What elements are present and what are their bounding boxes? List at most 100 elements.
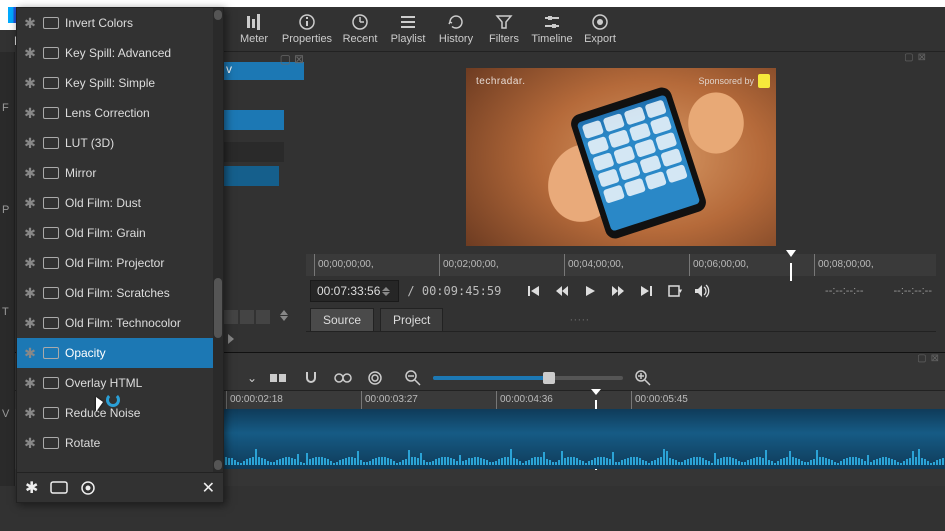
filter-item-label: Old Film: Technocolor [65,316,181,330]
filter-item[interactable]: ✱Rotate [17,428,223,458]
favorite-star-icon[interactable]: ✱ [23,225,37,242]
panel-close-icon[interactable]: ⊠ [918,52,926,64]
scrollbar[interactable] [213,8,223,472]
toolbar-filters[interactable]: Filters [480,8,528,50]
chevron-down-icon[interactable]: ⌄ [247,371,257,385]
panel-close-icon[interactable]: ⊠ [931,353,939,365]
toolbar-playlist[interactable]: Playlist [384,8,432,50]
filter-item[interactable]: ✱Overlay HTML [17,368,223,398]
favorite-star-icon[interactable]: ✱ [23,375,37,392]
filter-item[interactable]: ✱LUT (3D) [17,128,223,158]
append-icon[interactable] [269,368,289,388]
panel-close-icon[interactable]: ⊠ [294,52,304,62]
filter-item[interactable]: ✱Opacity [17,338,223,368]
playlist-selected-clip[interactable]: v [224,62,304,80]
zoom-slider-knob[interactable] [543,372,555,384]
filter-item[interactable]: ✱Key Spill: Simple [17,68,223,98]
filter-item-label: Key Spill: Advanced [65,46,171,60]
playhead-marker-icon[interactable] [591,389,601,395]
filter-item[interactable]: ✱Reduce Noise [17,398,223,428]
playlist-tool-button[interactable] [256,310,270,324]
panel-float-icon[interactable]: ▢ [917,353,926,365]
filter-item[interactable]: ✱Old Film: Dust [17,188,223,218]
close-icon[interactable]: ✕ [202,478,215,498]
dock-tab-p[interactable]: P [2,204,14,216]
favorite-star-icon[interactable]: ✱ [23,405,37,422]
video-filter-icon[interactable] [50,481,68,494]
tab-source[interactable]: Source [310,308,374,331]
playlist-tool-button[interactable] [224,310,238,324]
up-arrow-icon[interactable] [280,310,288,315]
audio-filter-icon[interactable] [80,480,96,496]
dock-tab-t[interactable]: T [2,306,14,318]
rewind-button[interactable] [553,282,571,300]
favorite-star-icon[interactable]: ✱ [23,75,37,92]
favorite-icon[interactable]: ✱ [25,478,38,498]
zoom-in-button[interactable] [633,368,653,388]
zoom-slider[interactable] [433,376,623,380]
filter-item[interactable]: ✱Invert Colors [17,8,223,38]
scrollbar-down-icon[interactable] [214,460,222,470]
toolbar-export[interactable]: Export [576,8,624,50]
favorite-star-icon[interactable]: ✱ [23,285,37,302]
drag-handle-icon[interactable]: ····· [569,312,589,326]
filter-item[interactable]: ✱Old Film: Projector [17,248,223,278]
skip-start-button[interactable] [525,282,543,300]
favorite-star-icon[interactable]: ✱ [23,195,37,212]
timecode-input[interactable]: 00:07:33:56 [310,280,399,302]
play-button[interactable] [581,282,599,300]
fast-forward-button[interactable] [609,282,627,300]
favorite-star-icon[interactable]: ✱ [23,45,37,62]
playlist-clip[interactable] [224,142,284,162]
filter-item[interactable]: ✱Old Film: Grain [17,218,223,248]
main-toolbar: Meter Properties Recent Playlist History… [224,7,945,52]
filter-item[interactable]: ✱Old Film: Scratches [17,278,223,308]
filter-list[interactable]: ✱Invert Colors✱Key Spill: Advanced✱Key S… [17,8,223,472]
tab-project[interactable]: Project [380,308,443,331]
play-arrow-icon[interactable] [228,334,234,344]
skip-end-button[interactable] [637,282,655,300]
panel-float-icon[interactable]: ▢ [280,52,291,62]
favorite-star-icon[interactable]: ✱ [23,135,37,152]
dock-tab-v[interactable]: V [2,408,14,420]
zoom-out-button[interactable] [403,368,423,388]
filter-item[interactable]: ✱ Lens Correction [17,98,223,128]
zoom-fit-button[interactable]: ▾ [665,282,683,300]
scrollbar-thumb[interactable] [214,278,222,338]
ruler-tick: 00:00:05:45 [631,391,688,409]
dock-tab-f[interactable]: F [2,102,14,114]
favorite-star-icon[interactable]: ✱ [23,105,37,122]
favorite-star-icon[interactable]: ✱ [23,15,37,32]
scrub-icon[interactable] [333,368,353,388]
toolbar-peak-meter[interactable]: Meter [230,8,278,50]
ripple-icon[interactable] [365,368,385,388]
down-arrow-icon[interactable] [280,316,288,321]
snap-icon[interactable] [301,368,321,388]
toolbar-history[interactable]: History [432,8,480,50]
video-watermark: techradar. [476,76,525,87]
filter-item[interactable]: ✱ Old Film: Technocolor [17,308,223,338]
volume-button[interactable] [693,282,711,300]
playlist-clip[interactable] [224,166,279,186]
favorite-star-icon[interactable]: ✱ [23,255,37,272]
ruler-tick: 00;00;00;00, [314,254,374,276]
favorite-star-icon[interactable]: ✱ [23,345,37,362]
playlist-tool-button[interactable] [240,310,254,324]
playlist-clip[interactable] [224,110,284,130]
favorite-star-icon[interactable]: ✱ [23,165,37,182]
video-preview[interactable]: techradar. Sponsored by [466,68,776,246]
playhead-marker-icon[interactable] [786,250,796,257]
filter-item[interactable]: ✱Mirror [17,158,223,188]
toolbar-properties[interactable]: Properties [278,8,336,50]
scrollbar-up-icon[interactable] [214,10,222,20]
toolbar-recent[interactable]: Recent [336,8,384,50]
favorite-star-icon[interactable]: ✱ [23,315,37,332]
preview-ruler[interactable]: 00;00;00;00, 00;02;00;00, 00;04;00;00, 0… [306,254,936,276]
favorite-star-icon[interactable]: ✱ [23,435,37,452]
stepper-up-icon[interactable] [382,287,390,291]
filter-item[interactable]: ✱ Key Spill: Advanced [17,38,223,68]
panel-float-icon[interactable]: ▢ [904,52,913,64]
filter-item-label: Lens Correction [65,106,150,120]
stepper-down-icon[interactable] [382,292,390,296]
toolbar-timeline[interactable]: Timeline [528,8,576,50]
